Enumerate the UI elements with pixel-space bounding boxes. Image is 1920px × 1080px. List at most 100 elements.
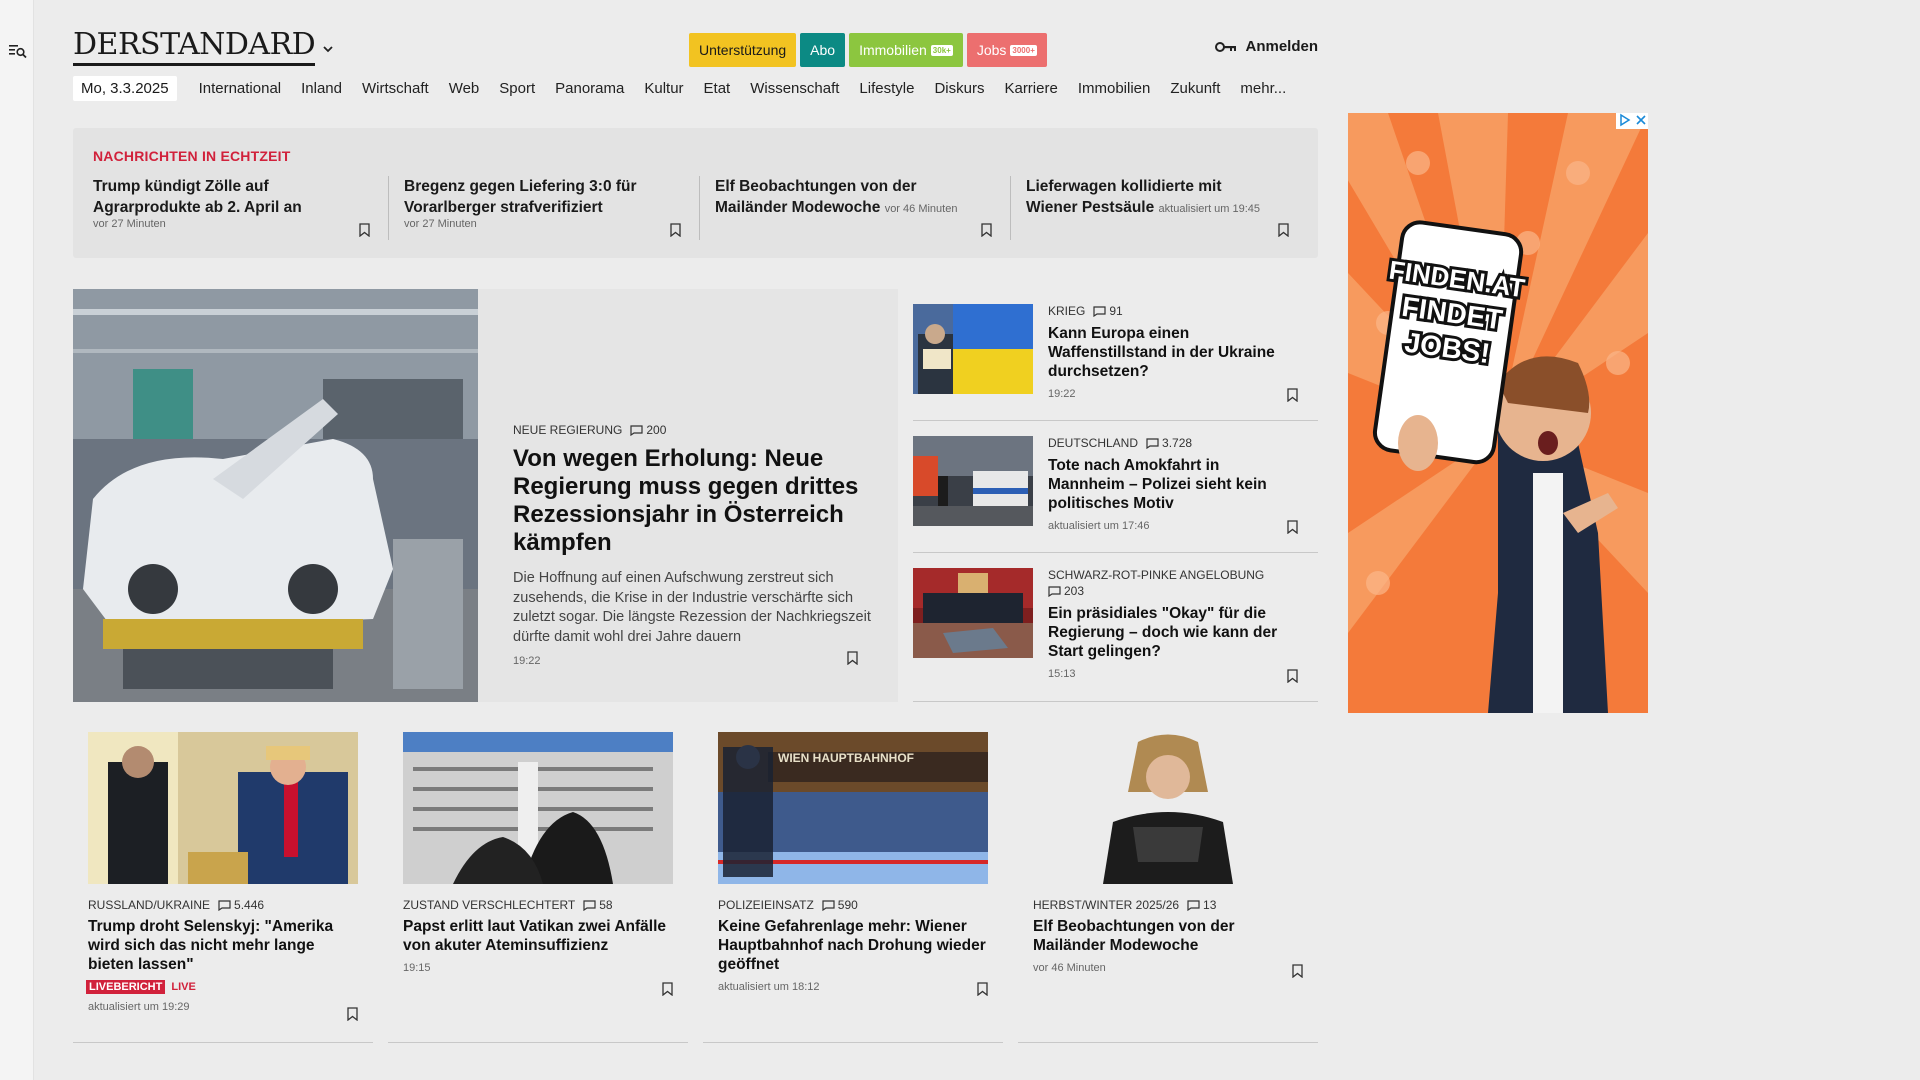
close-icon[interactable] <box>1634 113 1648 127</box>
liveticker-badge: LIVEBERICHT <box>86 980 166 994</box>
ticker-item[interactable]: Bregenz gegen Liefering 3:0 für Vorarlbe… <box>404 176 700 240</box>
bookmark-icon[interactable] <box>670 223 681 237</box>
login-button[interactable]: Anmelden <box>1215 38 1318 55</box>
nav-item-karriere[interactable]: Karriere <box>994 76 1067 101</box>
site-logo[interactable]: DERSTANDARD <box>73 28 316 66</box>
nav-item-more[interactable]: mehr... <box>1230 76 1296 101</box>
comment-count[interactable]: 5.446 <box>218 898 264 912</box>
nav-item-sport[interactable]: Sport <box>489 76 545 101</box>
support-label: Unterstützung <box>699 42 787 58</box>
card-title[interactable]: Trump droht Selenskyj: "Amerika wird sic… <box>88 917 358 974</box>
comment-count[interactable]: 3.728 <box>1146 436 1192 450</box>
side-article-image[interactable] <box>913 304 1033 394</box>
immobilien-button[interactable]: Immobilien 30k+ <box>849 33 963 67</box>
bookmark-icon[interactable] <box>1278 223 1289 237</box>
card-title[interactable]: Keine Gefahrenlage mehr: Wiener Hauptbah… <box>718 917 988 974</box>
live-news-ticker: NACHRICHTEN IN ECHTZEIT Trump kündigt Zö… <box>73 128 1318 258</box>
ticker-item-time: vor 46 Minuten <box>884 203 958 215</box>
adchoices-icon[interactable] <box>1618 113 1632 127</box>
bookmark-icon[interactable] <box>662 982 673 996</box>
side-article[interactable]: DEUTSCHLAND 3.728 Tote nach Amokfahrt in… <box>913 421 1318 553</box>
article-card[interactable]: RUSSLAND/UKRAINE 5.446 Trump droht Selen… <box>73 718 373 1043</box>
comment-count[interactable]: 203 <box>1048 584 1084 598</box>
ticker-title: NACHRICHTEN IN ECHTZEIT <box>93 148 291 164</box>
article-card-body: POLIZEIEINSATZ 590 Keine Gefahrenlage me… <box>718 898 988 993</box>
side-title[interactable]: Tote nach Amokfahrt in Mannheim – Polize… <box>1048 456 1298 513</box>
article-card[interactable]: WIEN HAUPTBAHNHOF POLIZEIEINSATZ 590 Kei… <box>703 718 1003 1043</box>
article-card-body: RUSSLAND/UKRAINE 5.446 Trump droht Selen… <box>86 898 358 1013</box>
comment-icon <box>218 899 231 911</box>
nav-item-diskurs[interactable]: Diskurs <box>924 76 994 101</box>
nav-item-wirtschaft[interactable]: Wirtschaft <box>352 76 439 101</box>
side-kicker: SCHWARZ-ROT-PINKE ANGELOBUNG 203 <box>1048 568 1298 598</box>
hero-image[interactable] <box>73 289 478 702</box>
article-card[interactable]: HERBST/WINTER 2025/26 13 Elf Beobachtung… <box>1018 718 1318 1043</box>
comment-count[interactable]: 91 <box>1093 304 1123 318</box>
bookmark-icon[interactable] <box>847 651 858 665</box>
comment-icon <box>1093 305 1106 317</box>
side-title[interactable]: Kann Europa einen Waffenstillstand in de… <box>1048 324 1298 381</box>
live-label: LIVE <box>171 981 196 993</box>
side-title[interactable]: Ein präsidiales "Okay" für die Regierung… <box>1048 604 1298 661</box>
comment-count[interactable]: 590 <box>822 898 858 912</box>
side-article-image[interactable] <box>913 436 1033 526</box>
card-title[interactable]: Elf Beobachtungen von der Mailänder Mode… <box>1033 917 1303 955</box>
hero-body: NEUE REGIERUNG 200 Von wegen Erholung: N… <box>513 423 883 667</box>
article-card-image[interactable] <box>1033 732 1303 884</box>
article-card-image[interactable] <box>88 732 358 884</box>
article-card[interactable]: ZUSTAND VERSCHLECHTERT 58 Papst erlitt l… <box>388 718 688 1043</box>
support-button[interactable]: Unterstützung <box>689 33 797 67</box>
jobs-button[interactable]: Jobs 3000+ <box>966 33 1047 67</box>
comment-count[interactable]: 13 <box>1187 898 1216 912</box>
bookmark-icon[interactable] <box>1287 388 1298 402</box>
nav-item-panorama[interactable]: Panorama <box>545 76 634 101</box>
card-title[interactable]: Papst erlitt laut Vatikan zwei Anfälle v… <box>403 917 673 955</box>
side-article[interactable]: SCHWARZ-ROT-PINKE ANGELOBUNG 203 Ein prä… <box>913 553 1318 702</box>
nav-item-zukunft[interactable]: Zukunft <box>1160 76 1230 101</box>
abo-button[interactable]: Abo <box>800 33 846 67</box>
top-buttons: Unterstützung Abo Immobilien 30k+ Jobs 3… <box>689 33 1047 67</box>
nav-item-wissenschaft[interactable]: Wissenschaft <box>740 76 849 101</box>
ticker-item[interactable]: Trump kündigt Zölle auf Agrarprodukte ab… <box>93 176 389 240</box>
side-kicker: KRIEG 91 <box>1048 304 1298 318</box>
comment-count-value: 200 <box>646 423 667 437</box>
side-time: 15:13 <box>1048 668 1076 680</box>
article-card-image[interactable] <box>403 732 673 884</box>
abo-label: Abo <box>810 42 836 58</box>
ticker-item[interactable]: Lieferwagen kollidierte mit Wiener Pests… <box>1026 176 1301 240</box>
menu-search-icon[interactable] <box>8 42 28 60</box>
side-article[interactable]: KRIEG 91 Kann Europa einen Waffenstillst… <box>913 289 1318 421</box>
left-rail <box>0 0 34 1080</box>
nav-item-etat[interactable]: Etat <box>694 76 741 101</box>
card-kicker: RUSSLAND/UKRAINE 5.446 <box>88 898 358 912</box>
hero-article[interactable]: NEUE REGIERUNG 200 Von wegen Erholung: N… <box>73 289 898 702</box>
comment-count-value: 3.728 <box>1162 436 1193 450</box>
hero-title[interactable]: Von wegen Erholung: Neue Regierung muss … <box>513 445 883 557</box>
live-indicator: LIVEBERICHT LIVE <box>86 980 358 994</box>
ticker-item[interactable]: Elf Beobachtungen von der Mailänder Mode… <box>715 176 1011 240</box>
bookmark-icon[interactable] <box>981 223 992 237</box>
bookmark-icon[interactable] <box>359 223 370 237</box>
comment-count[interactable]: 58 <box>583 898 613 912</box>
chevron-down-icon[interactable] <box>319 40 337 58</box>
bookmark-icon[interactable] <box>1287 520 1298 534</box>
nav-item-international[interactable]: International <box>189 76 292 101</box>
bookmark-icon[interactable] <box>1287 669 1298 683</box>
nav-item-immobilien[interactable]: Immobilien <box>1068 76 1161 101</box>
bookmark-icon[interactable] <box>977 982 988 996</box>
nav-item-inland[interactable]: Inland <box>291 76 352 101</box>
bookmark-icon[interactable] <box>1292 964 1303 978</box>
article-card-image[interactable]: WIEN HAUPTBAHNHOF <box>718 732 988 884</box>
side-article-image[interactable] <box>913 568 1033 658</box>
nav-item-lifestyle[interactable]: Lifestyle <box>849 76 924 101</box>
ticker-item-title: Bregenz gegen Liefering 3:0 für Vorarlbe… <box>404 178 637 216</box>
nav-item-kultur[interactable]: Kultur <box>634 76 693 101</box>
comment-icon <box>583 899 596 911</box>
comment-count[interactable]: 200 <box>630 423 666 437</box>
nav-item-web[interactable]: Web <box>439 76 490 101</box>
side-kicker: DEUTSCHLAND 3.728 <box>1048 436 1298 450</box>
bookmark-icon[interactable] <box>347 1007 358 1021</box>
card-category: RUSSLAND/UKRAINE <box>88 898 211 912</box>
immobilien-count-badge: 30k+ <box>930 44 953 56</box>
advertisement-banner[interactable]: FINDEN.AT FINDET JOBS! <box>1348 113 1648 713</box>
